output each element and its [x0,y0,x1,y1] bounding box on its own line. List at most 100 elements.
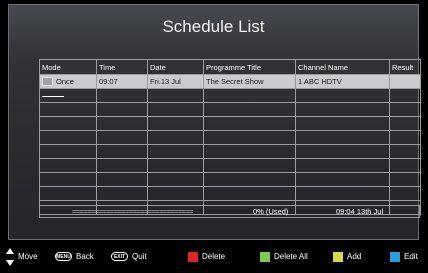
cell-mode [39,102,97,117]
cursor-line [42,95,64,97]
col-time-header: Time [96,59,148,75]
quit-hint[interactable]: EXIT Quit [111,241,147,273]
col-result-header: Result [389,59,421,75]
cell-date [147,144,204,159]
yellow-key-icon [333,251,343,262]
cell-programme [203,88,296,103]
move-label: Move [18,252,38,261]
cell-mode [39,88,97,103]
delete-hint[interactable]: Delete [188,241,225,273]
cell-time [96,158,148,173]
current-time: 09:04 13th Jul [336,207,384,216]
back-label: Back [76,252,94,261]
table-row[interactable] [39,144,421,159]
cell-date [147,172,204,187]
cell-channel [295,88,390,103]
cell-channel [295,172,390,187]
cell-mode: Once [39,74,97,89]
move-hint: Move [6,241,38,273]
cell-date [147,130,204,145]
col-programme-header: Programme Title [203,59,296,75]
usage-percent: 0% (Used) [253,207,289,216]
green-key-icon [260,251,270,262]
schedule-panel: Schedule List Mode Time Date Programme T… [8,4,421,240]
storage-usage-bar: ================================ 0% (Use… [39,205,420,218]
table-row[interactable] [39,102,421,117]
cell-programme [203,130,296,145]
cell-channel [295,186,390,201]
cell-channel [295,158,390,173]
cell-date [147,116,204,131]
table-row[interactable] [39,158,421,173]
cell-time [96,144,148,159]
cell-mode [39,172,97,187]
delete-all-hint[interactable]: Delete All [260,241,308,273]
updown-arrows-icon [6,247,14,267]
cell-channel [295,144,390,159]
delete-label: Delete [202,252,226,261]
delete-all-label: Delete All [274,252,308,261]
cell-result [389,172,421,187]
table-header: Mode Time Date Programme Title Channel N… [39,59,421,75]
cell-result [389,74,421,89]
exit-key-icon: EXIT [111,252,128,262]
cell-result [389,144,421,159]
page-title: Schedule List [162,17,265,36]
red-key-icon [188,251,198,262]
cell-time: 09:07 [96,74,148,89]
cell-mode [39,186,97,201]
cell-channel [295,130,390,145]
quit-label: Quit [132,252,147,261]
cell-programme [203,102,296,117]
cell-result [389,88,421,103]
cell-date [147,158,204,173]
cell-date: Fri.13 Jul [147,74,204,89]
cell-programme [203,186,296,201]
cell-date [147,186,204,201]
cell-result [389,158,421,173]
usage-meter: ================================ [72,207,194,216]
cell-mode [39,130,97,145]
col-date-header: Date [147,59,204,75]
cell-programme [203,144,296,159]
cell-result [389,102,421,117]
table-row[interactable] [39,186,421,201]
cell-time [96,186,148,201]
cell-date [147,88,204,103]
table-row[interactable] [39,172,421,187]
key-hint-bar: Move MENU Back EXIT Quit Delete Delete All… [0,241,428,273]
mode-value: Once [56,76,74,86]
cell-time [96,116,148,131]
cell-channel [295,102,390,117]
cell-channel [295,116,390,131]
cell-mode [39,144,97,159]
cell-programme [203,116,296,131]
menu-key-icon: MENU [55,252,72,262]
col-mode-header: Mode [39,59,97,75]
cell-time [96,172,148,187]
cell-time [96,88,148,103]
cell-programme [203,172,296,187]
timer-row-icon [42,77,53,87]
col-channel-header: Channel Name [295,59,390,75]
cell-result [389,116,421,131]
cell-mode [39,158,97,173]
cell-channel: 1 ABC HDTV [295,74,390,89]
cell-programme [203,158,296,173]
back-hint[interactable]: MENU Back [55,241,94,273]
cell-mode [39,116,97,131]
table-row[interactable] [39,130,421,145]
edit-hint[interactable]: Edit [390,241,418,273]
cell-result [389,186,421,201]
cell-result [389,130,421,145]
add-hint[interactable]: Add [333,241,361,273]
table-row[interactable] [39,88,421,103]
cell-date [147,102,204,117]
add-label: Add [347,252,362,261]
table-row[interactable]: Once 09:07 Fri.13 Jul The Secret Show 1 … [39,74,421,89]
cell-programme: The Secret Show [203,74,296,89]
cell-time [96,102,148,117]
blue-key-icon [390,251,400,262]
table-row[interactable] [39,116,421,131]
edit-label: Edit [404,252,418,261]
